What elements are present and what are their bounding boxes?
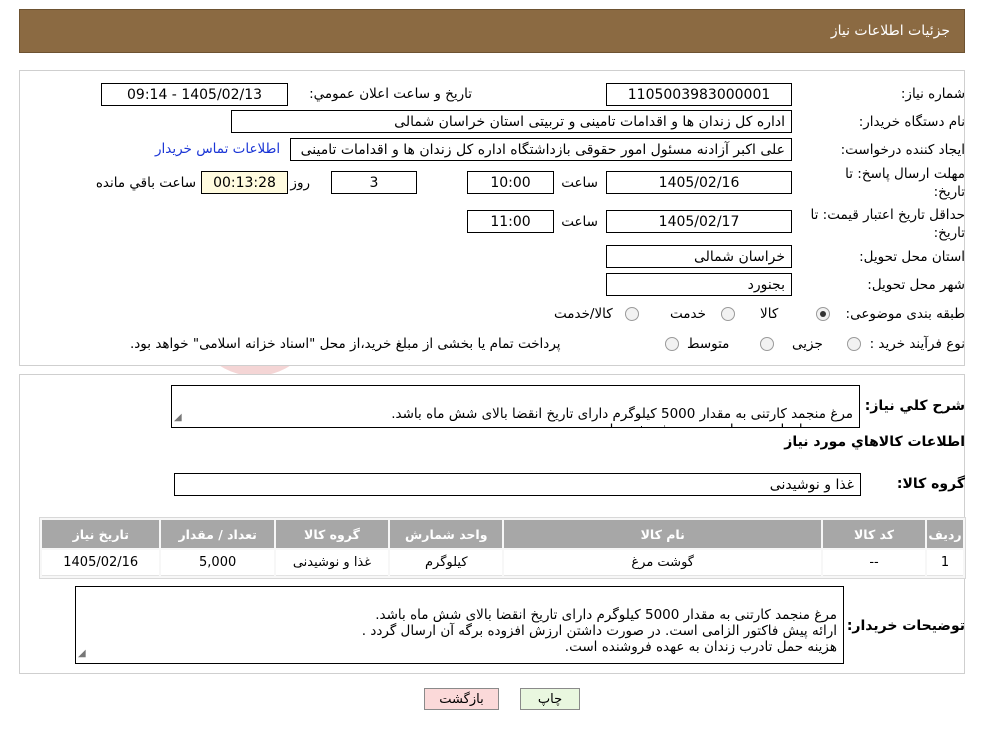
deadline-time-field: 10:00 xyxy=(467,171,554,194)
page-title: جزئیات اطلاعات نیاز xyxy=(830,23,950,39)
cell-need-date: 1405/02/16 xyxy=(42,550,160,576)
col-item-name: نام کالا xyxy=(504,520,821,548)
price-validity-time-field: 11:00 xyxy=(467,210,554,233)
category-label: طبقه بندی موضوعی: xyxy=(845,306,965,322)
city-label: شهر محل تحويل: xyxy=(867,277,965,293)
group-label: گروه کالا: xyxy=(896,476,965,492)
buyer-org-field: اداره کل زندان ها و اقدامات تامینی و ترب… xyxy=(231,110,792,133)
buyer-notes-textarea[interactable]: مرغ منجمد کارتنی به مقدار 5000 کیلوگرم د… xyxy=(75,586,844,664)
cell-row-number: 1 xyxy=(927,550,963,576)
time-remaining-suffix: ساعت باقي مانده xyxy=(95,175,196,191)
col-item-code: کد کالا xyxy=(822,520,926,548)
announce-field: 1405/02/13 - 09:14 xyxy=(101,83,288,106)
price-validity-date-field: 1405/02/17 xyxy=(606,210,792,233)
group-field: غذا و نوشیدنی xyxy=(174,473,861,496)
cell-quantity: 5,000 xyxy=(161,550,274,576)
process-radio-medium[interactable] xyxy=(760,337,774,351)
col-quantity: تعداد / مقدار xyxy=(161,520,274,548)
print-button[interactable]: چاپ xyxy=(520,688,580,710)
process-radio-minor[interactable] xyxy=(847,337,861,351)
province-label: استان محل تحويل: xyxy=(859,249,965,265)
cell-item-name: گوشت مرغ xyxy=(504,550,821,576)
table-header-row: رديف کد کالا نام کالا واحد شمارش گروه کا… xyxy=(42,520,963,548)
creator-field: علی اکبر آزادنه مسئول امور حقوقی بازداشت… xyxy=(290,138,792,161)
cell-unit: کیلوگرم xyxy=(390,550,503,576)
deadline-label: مهلت ارسال پاسخ: تا تاریخ: xyxy=(845,166,965,200)
deadline-date-field: 1405/02/16 xyxy=(606,171,792,194)
col-row-number: رديف xyxy=(927,520,963,548)
category-radio-service[interactable] xyxy=(721,307,735,321)
category-radio-goods[interactable] xyxy=(816,307,830,321)
need-number-label: شماره نیاز: xyxy=(900,86,965,102)
summary-textarea[interactable]: مرغ منجمد کارتنی به مقدار 5000 کیلوگرم د… xyxy=(171,385,860,428)
deadline-time-label: ساعت xyxy=(561,175,598,191)
summary-text: مرغ منجمد کارتنی به مقدار 5000 کیلوگرم د… xyxy=(391,406,853,427)
items-section-title: اطلاعات کالاهاي مورد نياز xyxy=(784,434,965,450)
category-option-goods-service: کالا/خدمت xyxy=(554,306,613,322)
col-need-date: تاریخ نیاز xyxy=(42,520,160,548)
process-option-minor: جزیی xyxy=(792,336,823,352)
col-group: گروه کالا xyxy=(275,520,389,548)
buyer-org-label: نام دستگاه خريدار: xyxy=(858,114,965,130)
process-option-medium: متوسط xyxy=(687,336,730,352)
price-validity-time-label: ساعت xyxy=(561,214,598,230)
cell-group: غذا و نوشیدنی xyxy=(275,550,389,576)
buyer-notes-text: مرغ منجمد کارتنی به مقدار 5000 کیلوگرم د… xyxy=(361,607,837,655)
province-field: خراسان شمالی xyxy=(606,245,792,268)
category-option-service: خدمت xyxy=(670,306,706,322)
summary-label: شرح کلي نياز: xyxy=(864,398,965,414)
process-note: پرداخت تمام یا بخشی از مبلغ خرید،از محل … xyxy=(130,336,561,352)
process-checkbox-treasury[interactable] xyxy=(665,337,679,351)
price-validity-label: حداقل تاریخ اعتبار قیمت: تا تاریخ: xyxy=(810,207,965,241)
category-radio-goods-service[interactable] xyxy=(625,307,639,321)
page-header: جزئیات اطلاعات نیاز xyxy=(19,9,965,53)
need-number-field: 1105003983000001 xyxy=(606,83,792,106)
buyer-contact-link[interactable]: اطلاعات تماس خريدار xyxy=(155,141,280,157)
buyer-notes-label: توضيحات خريدار: xyxy=(846,618,965,634)
time-remaining-field: 00:13:28 xyxy=(201,171,288,194)
resize-grip-icon[interactable]: ◢ xyxy=(78,646,86,662)
creator-label: ايجاد کننده درخواست: xyxy=(840,142,965,158)
items-table: رديف کد کالا نام کالا واحد شمارش گروه کا… xyxy=(39,517,966,579)
table-row[interactable]: 1 -- گوشت مرغ کیلوگرم غذا و نوشیدنی 5,00… xyxy=(42,550,963,576)
announce-label: تاریخ و ساعت اعلان عمومي: xyxy=(309,86,472,102)
cell-item-code: -- xyxy=(822,550,926,576)
process-label: نوع فرآیند خرید : xyxy=(869,336,965,352)
back-button[interactable]: بازگشت xyxy=(424,688,499,710)
days-remaining-field: 3 xyxy=(331,171,417,194)
col-unit: واحد شمارش xyxy=(390,520,503,548)
category-option-goods: کالا xyxy=(760,306,779,322)
resize-grip-icon[interactable]: ◢ xyxy=(174,410,182,426)
city-field: بجنورد xyxy=(606,273,792,296)
